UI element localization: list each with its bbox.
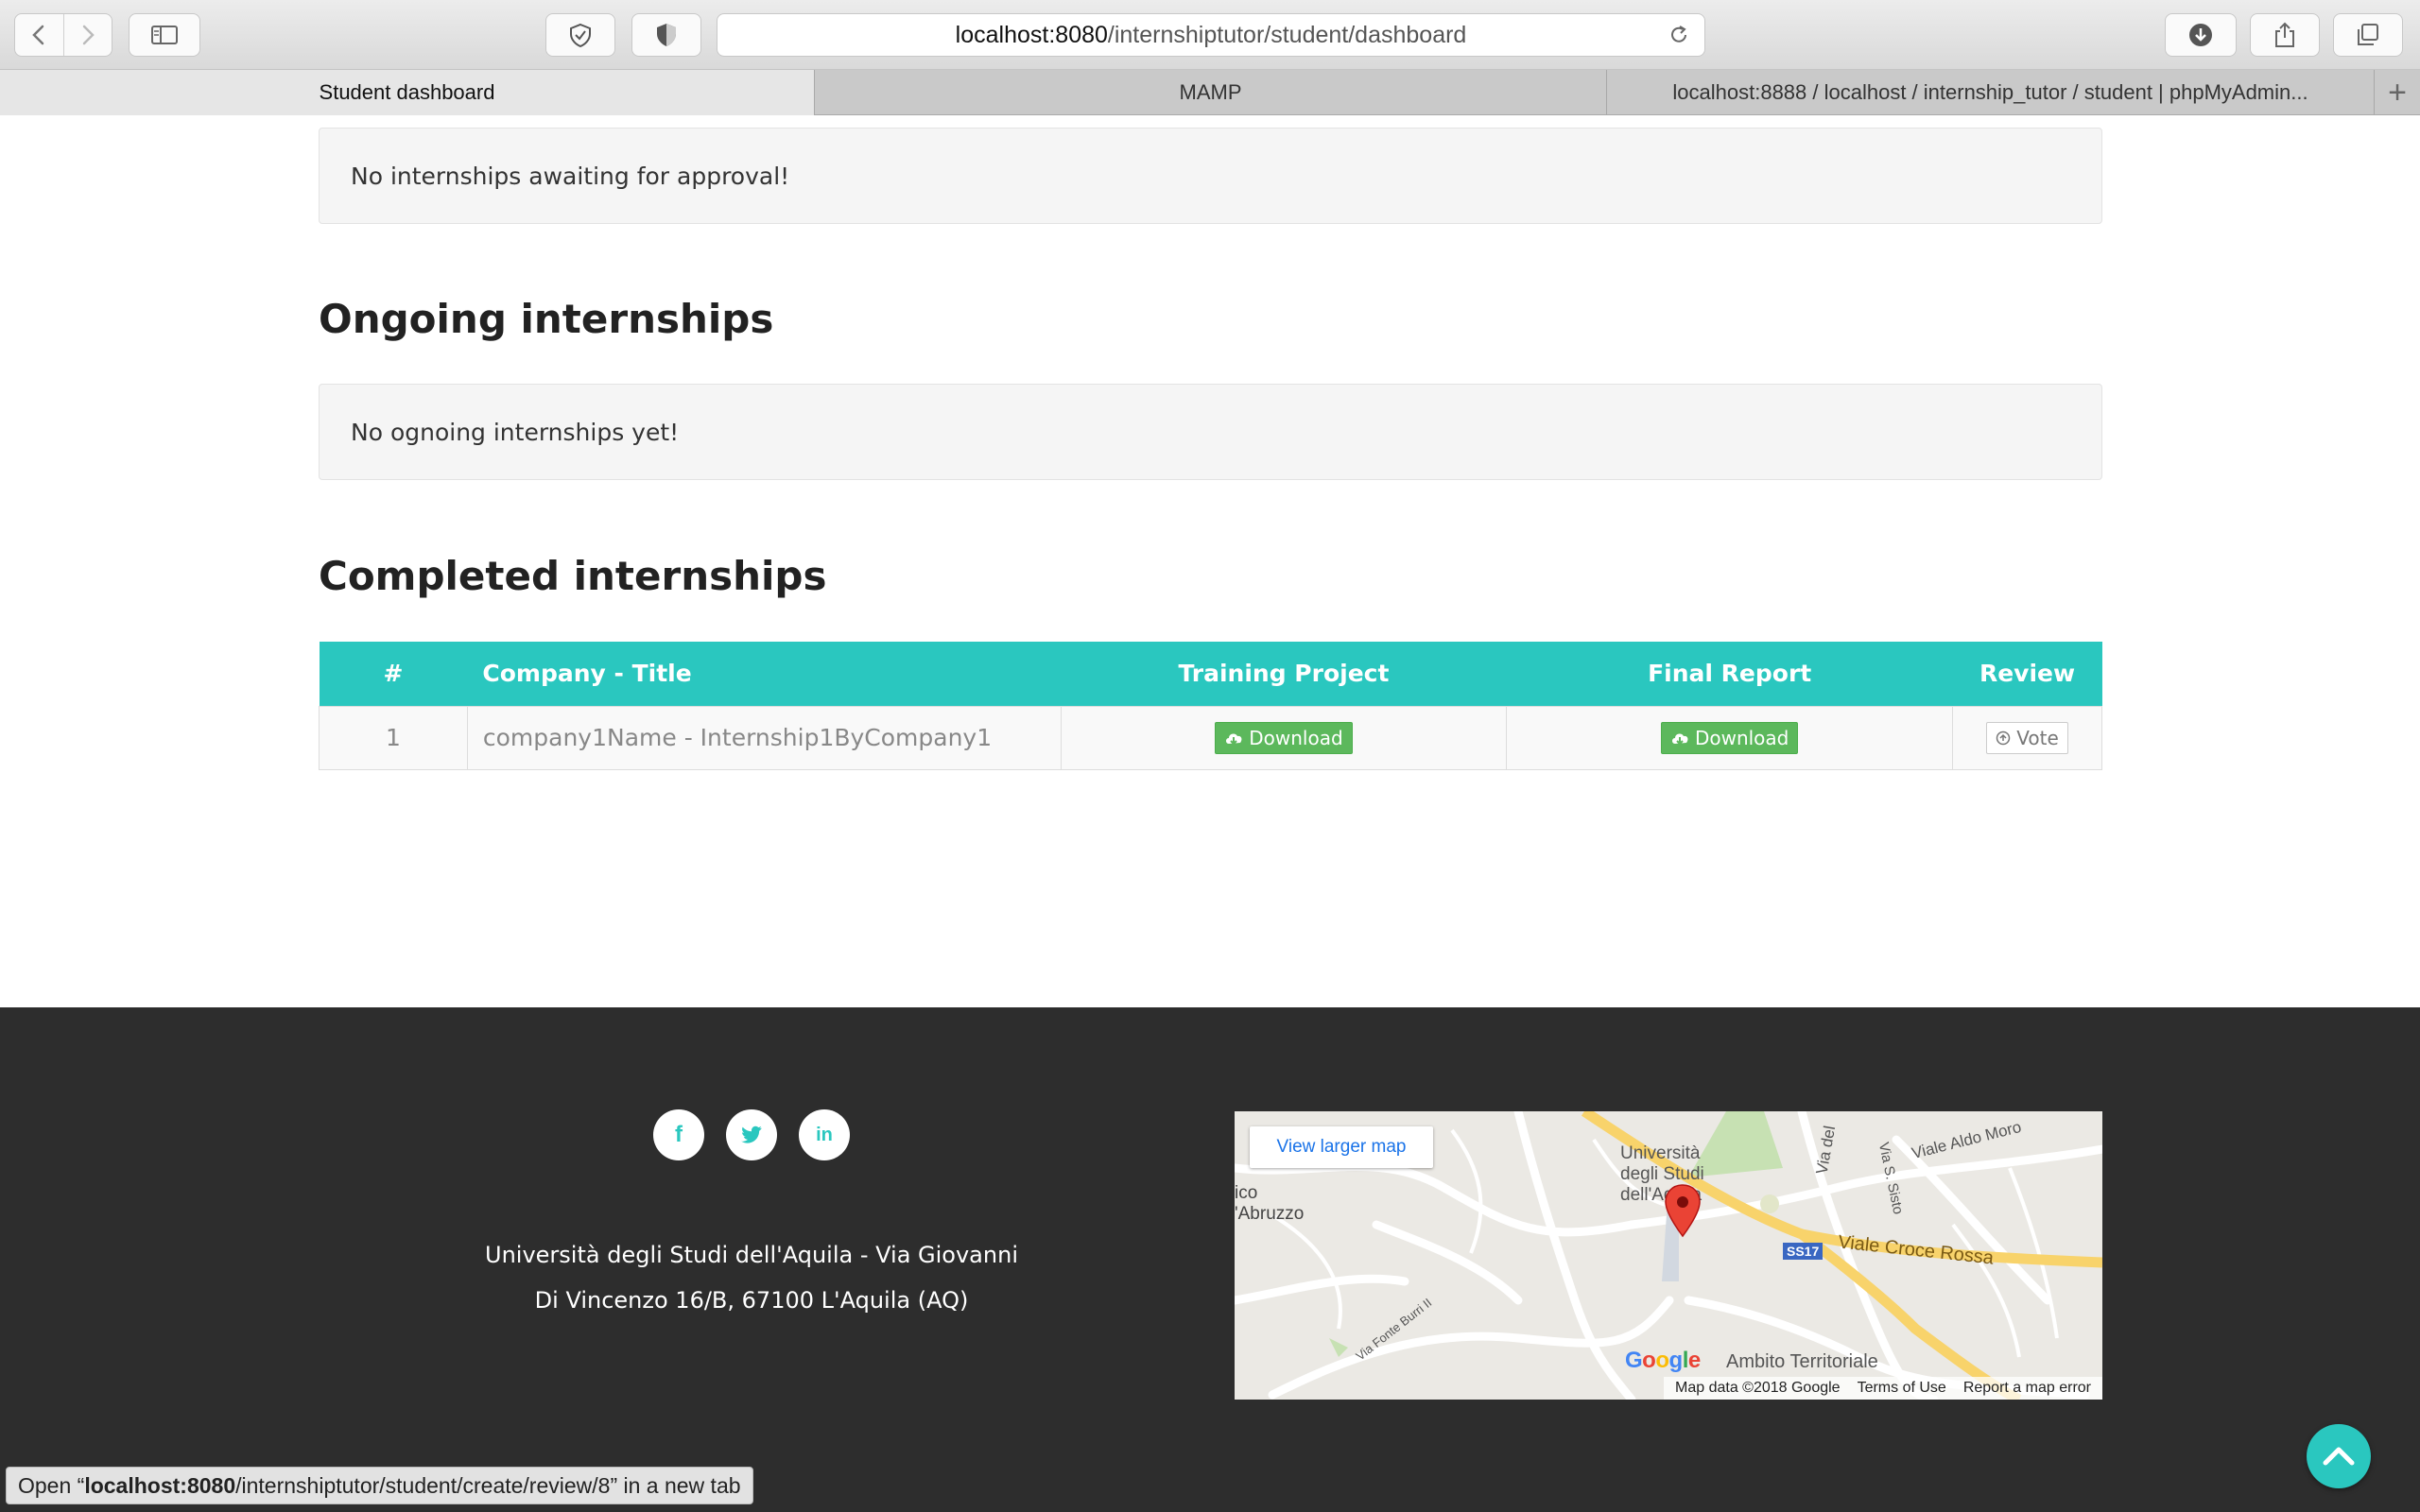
completed-internships-table: # Company - Title Training Project Final… bbox=[319, 642, 2102, 770]
sidebar-button[interactable] bbox=[129, 13, 200, 57]
map-report-link[interactable]: Report a map error bbox=[1963, 1380, 2091, 1397]
training-project-cell: Download bbox=[1060, 705, 1508, 770]
status-prefix: Open “ bbox=[18, 1472, 85, 1498]
training-project-download-label: Download bbox=[1249, 726, 1343, 749]
back-button[interactable] bbox=[15, 14, 63, 56]
final-report-cell: Download bbox=[1506, 705, 1954, 770]
address-line-1: Università degli Studi dell'Aquila - Via… bbox=[485, 1242, 1018, 1268]
shield-check-icon bbox=[570, 23, 591, 48]
final-report-download-button[interactable]: Download bbox=[1660, 721, 1799, 754]
link-status-bar: Open “localhost:8080/internshiptutor/stu… bbox=[6, 1467, 753, 1504]
column-header-final-report: Final Report bbox=[1506, 642, 1953, 706]
forward-button[interactable] bbox=[62, 14, 112, 56]
view-larger-map-link[interactable]: View larger map bbox=[1250, 1126, 1433, 1168]
shield-icon bbox=[657, 24, 676, 46]
scroll-to-top-button[interactable] bbox=[2307, 1424, 2371, 1488]
url-path: /internshiptutor/student/dashboard bbox=[1107, 21, 1467, 48]
cloud-download-icon bbox=[1671, 733, 1688, 745]
tab-student-dashboard[interactable]: Student dashboard bbox=[0, 70, 815, 115]
final-report-download-label: Download bbox=[1694, 726, 1789, 749]
new-tab-button[interactable]: + bbox=[2375, 70, 2420, 115]
share-icon bbox=[2275, 22, 2294, 47]
vote-label: Vote bbox=[2016, 726, 2059, 749]
embedded-map[interactable]: View larger map Università degli Studi d… bbox=[1235, 1111, 2102, 1400]
facebook-icon[interactable]: f bbox=[653, 1109, 704, 1160]
address-line-2: Di Vincenzo 16/B, 67100 L'Aquila (AQ) bbox=[534, 1287, 969, 1314]
tabs-overview-button[interactable] bbox=[2333, 13, 2403, 57]
chevron-left-icon bbox=[32, 25, 44, 45]
extension-button[interactable] bbox=[631, 13, 701, 57]
linkedin-icon[interactable]: in bbox=[799, 1109, 850, 1160]
map-label-abruzzo: ico 'Abruzzo bbox=[1235, 1183, 1305, 1224]
map-data-text: Map data ©2018 Google bbox=[1675, 1380, 1841, 1396]
status-path: /internshiptutor/student/create/review/8… bbox=[235, 1472, 741, 1498]
ongoing-internships-title: Ongoing internships bbox=[319, 296, 774, 342]
map-attribution: Map data ©2018 Google Terms of Use Repor… bbox=[1664, 1377, 2102, 1400]
table-row: 1 company1Name - Internship1ByCompany1 D… bbox=[319, 705, 2102, 770]
site-footer: f in Università degli Studi dell'Aquila … bbox=[0, 1007, 2420, 1512]
twitter-icon[interactable] bbox=[726, 1109, 777, 1160]
tab-phpmyadmin[interactable]: localhost:8888 / localhost / internship_… bbox=[1607, 70, 2375, 115]
row-company-title: company1Name - Internship1ByCompany1 bbox=[466, 705, 1062, 770]
circle-arrow-icon bbox=[1996, 730, 2011, 745]
tab-mamp[interactable]: MAMP bbox=[815, 70, 1607, 115]
status-host: localhost:8080 bbox=[84, 1472, 236, 1498]
column-header-number: # bbox=[319, 642, 468, 706]
map-label-ambito-territoriale: Ambito Territoriale bbox=[1726, 1351, 1878, 1372]
training-project-download-button[interactable]: Download bbox=[1215, 721, 1353, 754]
vote-button[interactable]: Vote bbox=[1986, 721, 2068, 754]
table-header-row: # Company - Title Training Project Final… bbox=[319, 642, 2102, 706]
address-bar[interactable]: localhost:8080/internshiptutor/student/d… bbox=[717, 13, 1705, 57]
column-header-company-title: Company - Title bbox=[467, 642, 1062, 706]
browser-toolbar: localhost:8080/internshiptutor/student/d… bbox=[0, 0, 2420, 70]
google-logo: Google bbox=[1625, 1348, 1701, 1373]
ongoing-internships-message: No ognoing internships yet! bbox=[319, 384, 2102, 480]
tabs-icon bbox=[2358, 24, 2378, 45]
privacy-report-button[interactable] bbox=[545, 13, 615, 57]
share-button[interactable] bbox=[2250, 13, 2320, 57]
column-header-review: Review bbox=[1952, 642, 2102, 706]
cloud-download-icon bbox=[1226, 733, 1242, 745]
address: Università degli Studi dell'Aquila - Via… bbox=[454, 1232, 1049, 1323]
downloads-button[interactable] bbox=[2165, 13, 2237, 57]
chevron-up-icon bbox=[2323, 1447, 2355, 1466]
url-host: localhost:8080 bbox=[955, 21, 1108, 48]
map-terms-link[interactable]: Terms of Use bbox=[1858, 1380, 1946, 1397]
review-cell: Vote bbox=[1952, 705, 2102, 770]
navigation-buttons bbox=[14, 13, 112, 57]
sidebar-icon bbox=[151, 26, 178, 44]
download-circle-icon bbox=[2189, 24, 2212, 46]
awaiting-approval-message: No internships awaiting for approval! bbox=[319, 128, 2102, 224]
map-pin-icon bbox=[1665, 1184, 1701, 1238]
completed-internships-title: Completed internships bbox=[319, 553, 827, 599]
column-header-training-project: Training Project bbox=[1061, 642, 1507, 706]
reload-icon[interactable] bbox=[1667, 23, 1691, 54]
map-label-ss17: SS17 bbox=[1783, 1243, 1824, 1260]
tab-bar: Student dashboard MAMP localhost:8888 / … bbox=[0, 70, 2420, 115]
chevron-right-icon bbox=[82, 25, 95, 45]
row-number: 1 bbox=[319, 705, 468, 770]
